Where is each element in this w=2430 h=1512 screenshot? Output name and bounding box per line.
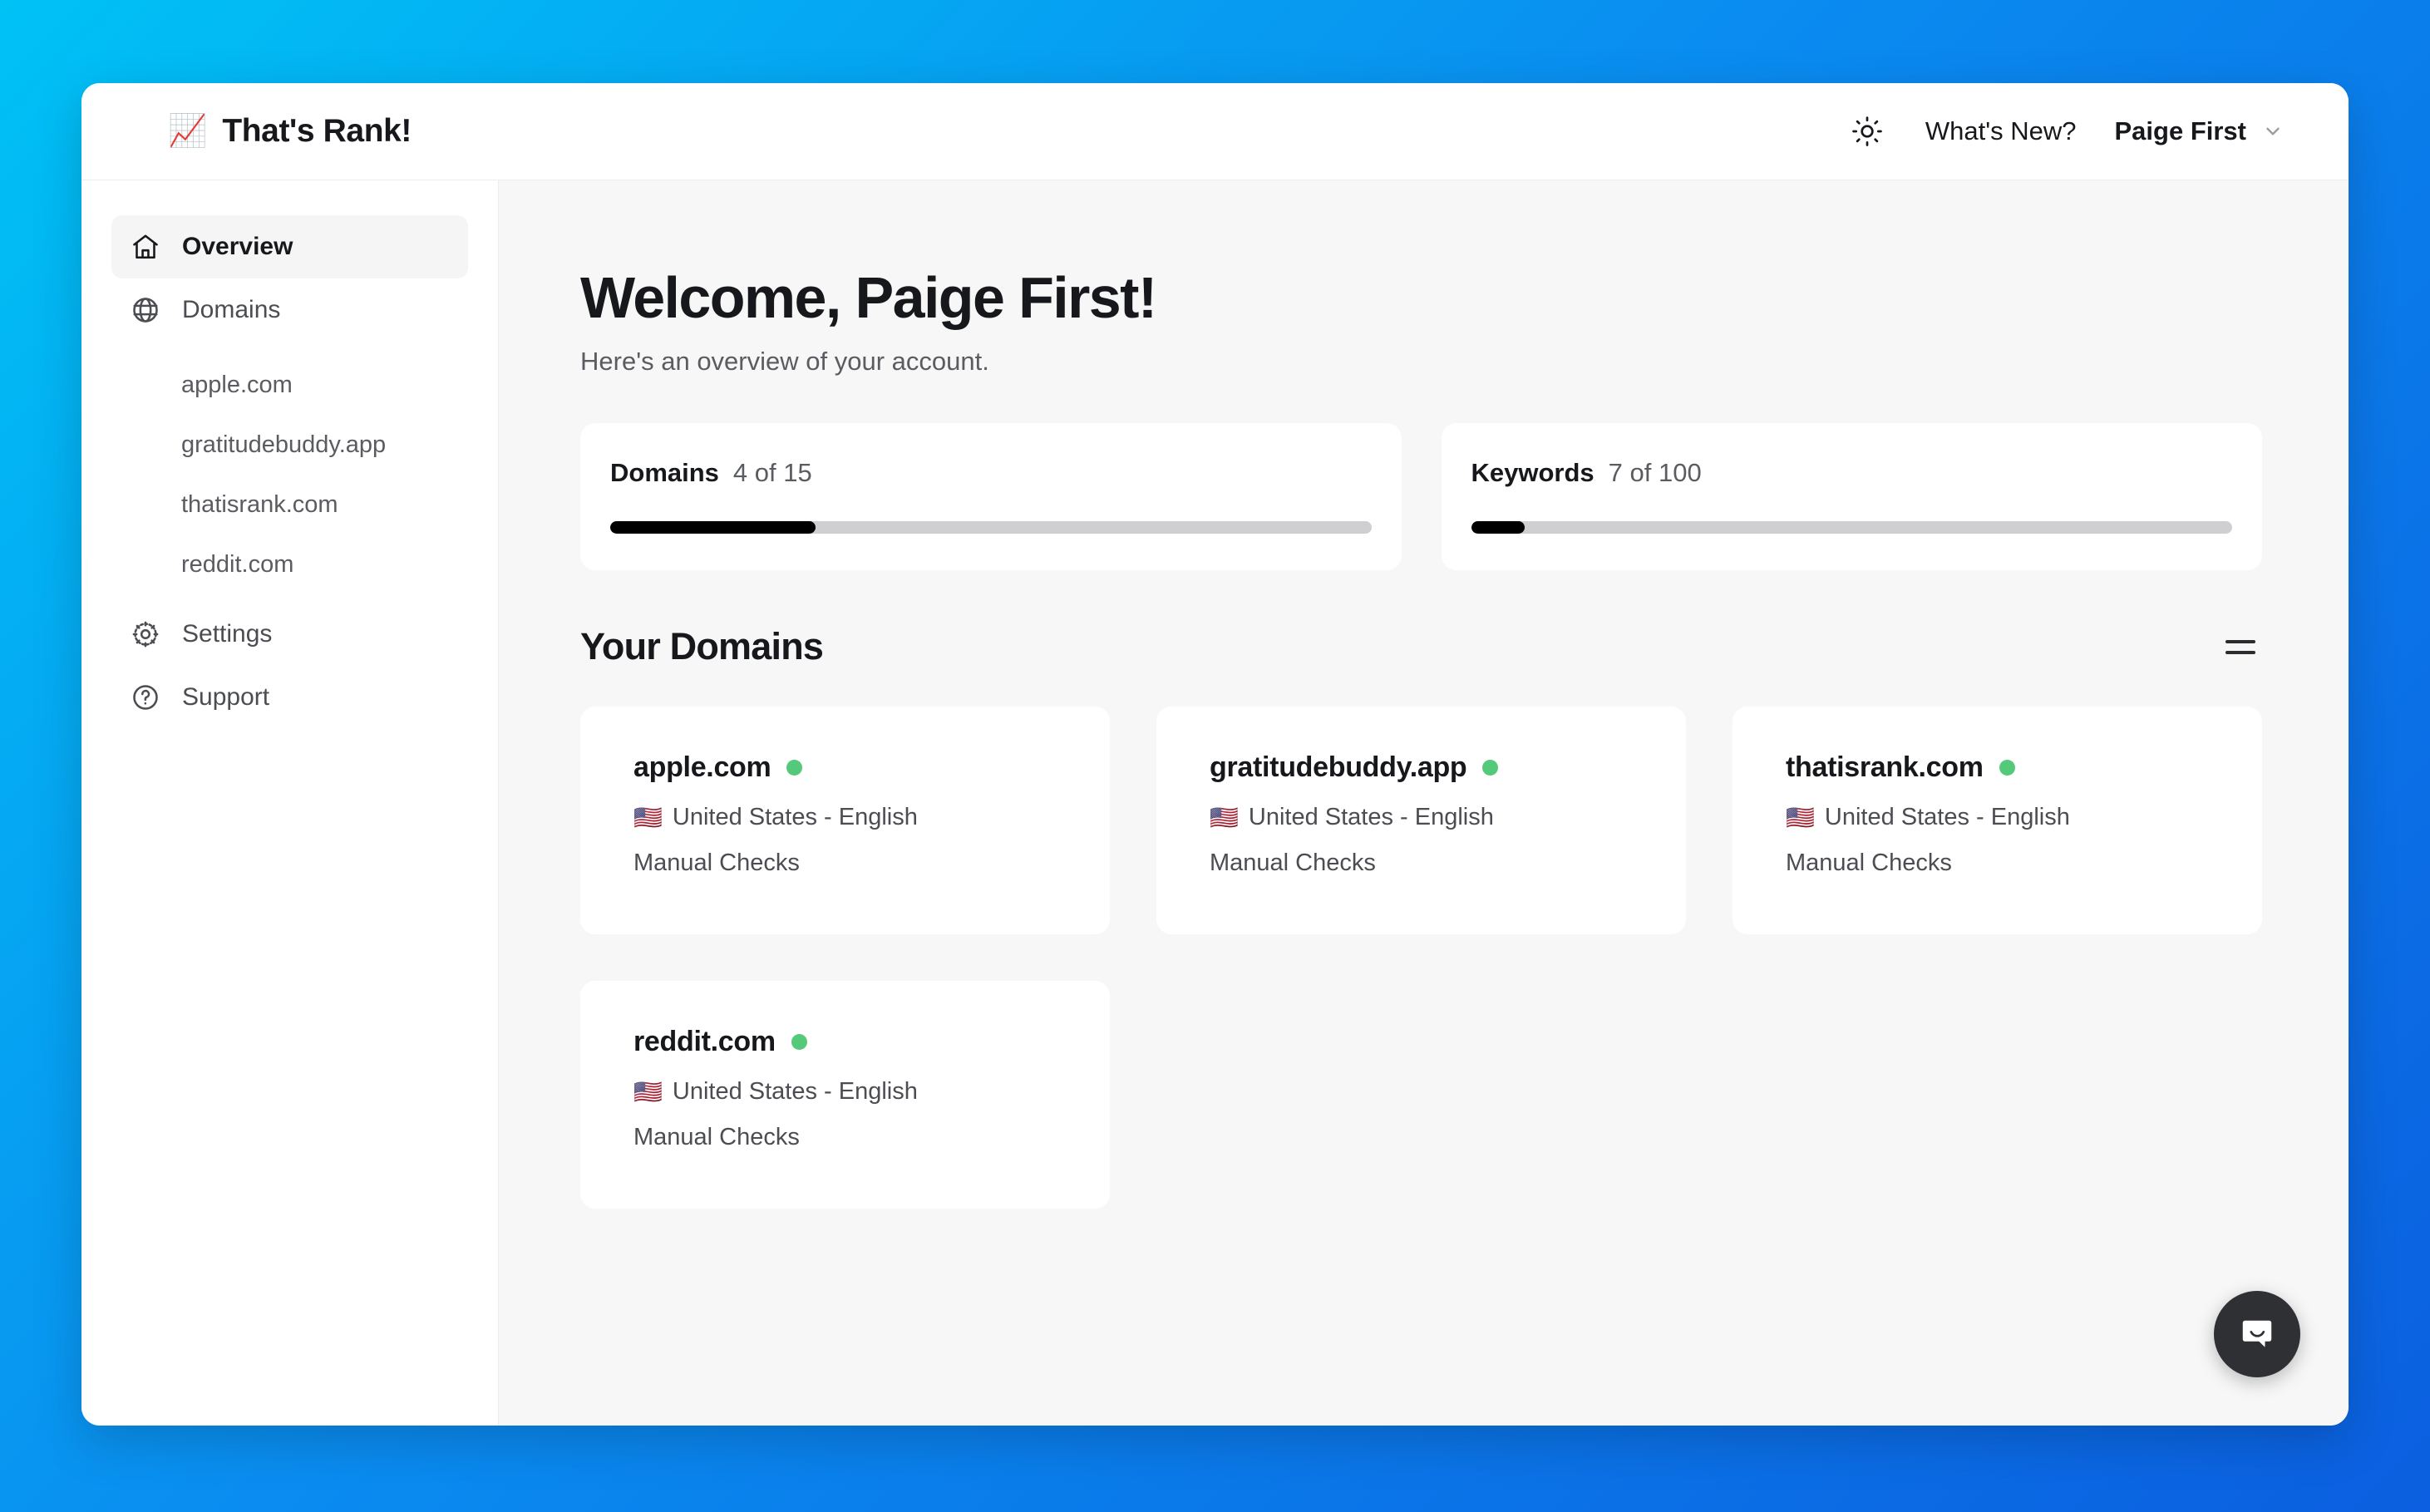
domain-name: gratitudebuddy.app: [1210, 751, 1467, 784]
domain-checks-label: Manual Checks: [1210, 850, 1376, 877]
stats-row: Domains 4 of 15 Keywords 7 of 100: [580, 423, 2262, 571]
flag-icon: 🇺🇸: [633, 1078, 663, 1105]
stat-card-header: Domains 4 of 15: [610, 458, 1372, 488]
stat-card-keywords: Keywords 7 of 100: [1441, 423, 2262, 571]
user-menu-button[interactable]: Paige First: [2115, 116, 2291, 146]
sidebar-domain-link-label: apple.com: [181, 371, 293, 398]
stat-label: Domains: [610, 458, 719, 488]
domain-locale: 🇺🇸 United States - English: [633, 804, 1057, 831]
domain-name: apple.com: [633, 751, 771, 784]
domain-card-title-row: apple.com: [633, 751, 1057, 784]
list-view-line: [2225, 650, 2255, 654]
brand-name: That's Rank!: [222, 113, 412, 149]
section-title: Your Domains: [580, 625, 824, 668]
header-actions: What's New? Paige First: [1847, 111, 2290, 151]
sidebar-domain-link-label: gratitudebuddy.app: [181, 431, 387, 458]
domain-card[interactable]: gratitudebuddy.app 🇺🇸 United States - En…: [1156, 707, 1686, 935]
chat-bubble-smile-icon: [2242, 1320, 2272, 1347]
domain-locale: 🇺🇸 United States - English: [633, 1078, 1057, 1106]
chart-increasing-icon: 📈: [168, 114, 208, 149]
app-window: 📈 That's Rank! What's New? Paige First O…: [81, 83, 2349, 1426]
sidebar: Overview Domains apple.com gratitudebudd…: [81, 180, 499, 1426]
domain-locale: 🇺🇸 United States - English: [1786, 804, 2209, 831]
domain-card[interactable]: reddit.com 🇺🇸 United States - English Ma…: [580, 981, 1110, 1209]
sidebar-domain-link-label: thatisrank.com: [181, 490, 338, 518]
brand-logo[interactable]: 📈 That's Rank!: [168, 113, 412, 150]
page-subtitle: Here's an overview of your account.: [580, 347, 989, 377]
status-badge: [1482, 760, 1499, 776]
sidebar-item-overview[interactable]: Overview: [111, 215, 468, 278]
sidebar-item-domains[interactable]: Domains: [111, 278, 468, 342]
keywords-progress-bar: [1471, 521, 2232, 534]
sidebar-domain-link-gratitudebuddy[interactable]: gratitudebuddy.app: [111, 415, 468, 475]
stat-card-header: Keywords 7 of 100: [1471, 458, 2233, 488]
domains-progress-bar: [610, 521, 1372, 534]
domain-locale-label: United States - English: [1248, 804, 1494, 831]
whats-new-link[interactable]: What's New?: [1925, 116, 2077, 146]
question-circle-icon: [130, 682, 161, 713]
sidebar-item-support-label: Support: [182, 683, 270, 711]
stat-card-domains: Domains 4 of 15: [580, 423, 1402, 571]
domain-checks-label: Manual Checks: [1786, 850, 1952, 877]
list-view-icon[interactable]: [2219, 625, 2262, 668]
stat-value: 7 of 100: [1608, 458, 1702, 488]
domain-card-title-row: gratitudebuddy.app: [1210, 751, 1633, 784]
sidebar-domain-link-apple[interactable]: apple.com: [111, 355, 468, 415]
domain-locale-label: United States - English: [672, 1078, 918, 1106]
sidebar-domain-link-reddit[interactable]: reddit.com: [111, 534, 468, 594]
domain-checks-label: Manual Checks: [633, 1124, 800, 1151]
domain-checks-label: Manual Checks: [633, 850, 800, 877]
flag-icon: 🇺🇸: [1786, 804, 1815, 830]
domain-locale-label: United States - English: [1824, 804, 2070, 831]
sidebar-item-domains-label: Domains: [182, 296, 281, 323]
keywords-progress-fill: [1471, 521, 1525, 534]
stat-value: 4 of 15: [732, 458, 812, 488]
status-badge: [791, 1034, 807, 1051]
app-header: 📈 That's Rank! What's New? Paige First: [81, 83, 2349, 180]
flag-icon: 🇺🇸: [1210, 804, 1239, 830]
chat-launcher-button[interactable]: [2214, 1291, 2300, 1377]
domain-locale-label: United States - English: [672, 804, 918, 831]
gear-icon: [130, 618, 161, 650]
domain-card-title-row: thatisrank.com: [1786, 751, 2209, 784]
domains-progress-fill: [610, 521, 816, 534]
globe-icon: [130, 294, 161, 326]
list-view-line: [2225, 639, 2255, 643]
domain-locale: 🇺🇸 United States - English: [1210, 804, 1633, 831]
home-icon: [130, 231, 161, 263]
sidebar-domain-link-label: reddit.com: [181, 550, 294, 578]
domain-card-title-row: reddit.com: [633, 1026, 1057, 1058]
chevron-down-icon: [2266, 127, 2280, 135]
app-body: Overview Domains apple.com gratitudebudd…: [81, 180, 2349, 1426]
user-name: Paige First: [2114, 116, 2247, 145]
stat-label: Keywords: [1471, 458, 1595, 488]
sidebar-item-support[interactable]: Support: [111, 666, 468, 729]
sidebar-item-settings[interactable]: Settings: [111, 603, 468, 666]
sidebar-domain-link-thatisrank[interactable]: thatisrank.com: [111, 475, 468, 534]
your-domains-section-header: Your Domains: [580, 625, 2262, 668]
domain-card[interactable]: apple.com 🇺🇸 United States - English Man…: [580, 707, 1110, 935]
domain-name: reddit.com: [633, 1026, 776, 1058]
sidebar-domain-links: apple.com gratitudebuddy.app thatisrank.…: [111, 342, 468, 603]
sidebar-item-settings-label: Settings: [182, 620, 273, 648]
theme-toggle-button[interactable]: [1847, 111, 1887, 151]
sun-icon: [1852, 116, 1882, 146]
page-title: Welcome, Paige First!: [580, 265, 1157, 330]
main-content: Welcome, Paige First! Here's an overview…: [499, 180, 2349, 1426]
sidebar-item-overview-label: Overview: [182, 233, 293, 260]
status-badge: [1999, 760, 2015, 776]
flag-icon: 🇺🇸: [633, 804, 663, 830]
domain-card-grid: apple.com 🇺🇸 United States - English Man…: [580, 707, 2262, 1209]
domain-card[interactable]: thatisrank.com 🇺🇸 United States - Englis…: [1733, 707, 2262, 935]
status-badge: [786, 760, 803, 776]
domain-name: thatisrank.com: [1786, 751, 1984, 784]
